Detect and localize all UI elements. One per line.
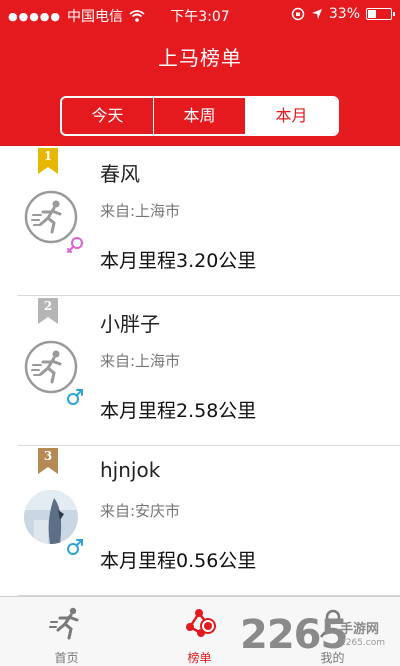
list-item[interactable]: 2 小胖子 来自:上海市 本月里程2.58公里: [0, 296, 400, 446]
rank-number: 3: [43, 449, 53, 463]
period-tabs: 今天 本周 本月: [60, 96, 339, 136]
rank-number: 2: [43, 299, 53, 313]
bottom-tab-bar: 首页 榜单 我的 2265 手游网 2265.com: [0, 596, 400, 666]
status-bar: ●●●●● 中国电信 下午3:07 33%: [0, 0, 400, 30]
tab-week[interactable]: 本周: [154, 98, 246, 134]
user-location: 来自:安庆市: [100, 502, 181, 520]
user-name: 春风: [100, 162, 140, 186]
period-tabs-container: 今天 本周 本月: [0, 86, 400, 146]
user-location: 来自:上海市: [100, 352, 181, 370]
ranking-icon: [185, 609, 216, 637]
nav-bar: 上马榜单: [0, 30, 400, 86]
user-name: 小胖子: [100, 312, 160, 336]
tab-today[interactable]: 今天: [62, 98, 154, 134]
user-distance: 本月里程2.58公里: [100, 400, 257, 422]
list-item[interactable]: 3 hjnjok 来自:安庆市 本月里程0.56公里: [0, 446, 400, 596]
watermark-text: 2265: [240, 612, 348, 658]
rotation-lock-icon: [291, 7, 305, 21]
watermark-subtitle: 手游网: [340, 622, 380, 637]
user-name: hjnjok: [100, 458, 161, 482]
tab-month[interactable]: 本月: [246, 98, 337, 134]
page-title: 上马榜单: [158, 46, 242, 70]
watermark-url: 2265.com: [340, 638, 385, 648]
location-icon: [311, 9, 322, 19]
battery-icon: [366, 8, 395, 20]
male-icon: [67, 539, 83, 555]
list-item[interactable]: 1 春风 来自:上海市 本月里程3.20公里: [0, 146, 400, 296]
battery-percent: 33%: [328, 6, 360, 22]
user-distance: 本月里程3.20公里: [100, 250, 257, 272]
tabbar-label: 首页: [54, 651, 79, 665]
rank-number: 1: [43, 149, 53, 163]
male-icon: [67, 389, 83, 405]
watermark-logo: 2265 手游网 2265.com: [240, 612, 396, 664]
female-icon: [67, 237, 83, 253]
ranking-list[interactable]: 1 春风 来自:上海市 本月里程3.20公里 2 小胖子 来自:上海市 本月里程…: [0, 146, 400, 596]
tabbar-item-home[interactable]: 首页: [0, 597, 133, 666]
runner-icon: [48, 607, 78, 640]
user-distance: 本月里程0.56公里: [100, 550, 257, 572]
user-location: 来自:上海市: [100, 202, 181, 220]
